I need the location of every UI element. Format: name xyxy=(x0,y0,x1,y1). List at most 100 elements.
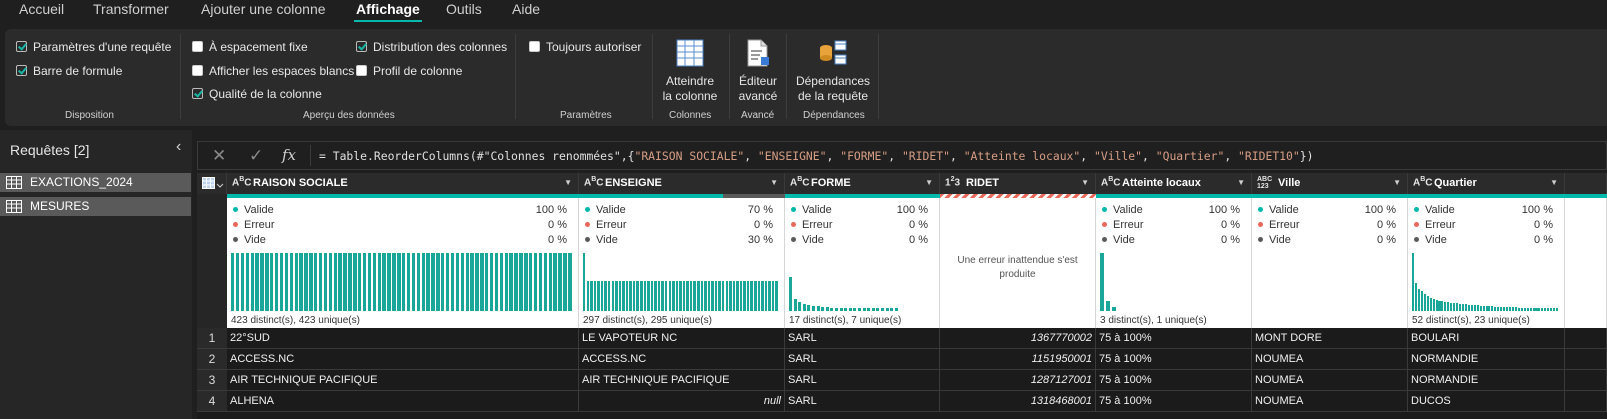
table-cell[interactable]: ALHENA xyxy=(227,391,579,412)
checkbox-toujours-autoriser[interactable]: Toujours autoriser xyxy=(529,39,641,55)
checkbox-qualite-colonne[interactable]: Qualité de la colonne xyxy=(192,86,322,102)
tab-accueil[interactable]: Accueil xyxy=(19,0,64,24)
type-icon[interactable]: ABC xyxy=(232,176,252,188)
table-cell[interactable]: 22°SUD xyxy=(227,328,579,349)
table-cell[interactable]: AIR TECHNIQUE PACIFIQUE xyxy=(227,370,579,391)
group-divider xyxy=(652,34,653,119)
distribution-bar xyxy=(1491,306,1494,311)
table-cell[interactable]: SARL xyxy=(785,370,940,391)
table-cell[interactable] xyxy=(1565,370,1607,391)
table-cell[interactable]: ACCESS.NC xyxy=(579,349,785,370)
column-header-atteinte-locaux[interactable]: ABC Atteinte locaux ▼ xyxy=(1096,173,1252,194)
checkbox-espacement-fixe[interactable]: À espacement fixe xyxy=(192,39,308,55)
table-cell[interactable]: NORMANDIE xyxy=(1408,370,1565,391)
row-number[interactable]: 3 xyxy=(197,370,227,391)
table-cell[interactable]: 75 à 100% xyxy=(1096,370,1252,391)
table-cell[interactable]: 1318468001 xyxy=(940,391,1096,412)
table-cell[interactable]: BOULARI xyxy=(1408,328,1565,349)
query-item-mesures[interactable]: MESURES xyxy=(0,197,191,216)
distribution-bar xyxy=(1494,307,1497,311)
checkbox-barre-formule[interactable]: Barre de formule xyxy=(16,63,122,79)
table-cell[interactable]: SARL xyxy=(785,328,940,349)
checkbox-distribution-colonnes[interactable]: Distribution des colonnes xyxy=(356,39,507,55)
column-header-forme[interactable]: ABC FORME ▼ xyxy=(785,173,940,194)
table-menu-corner[interactable] xyxy=(197,173,227,194)
table-cell[interactable]: null xyxy=(579,391,785,412)
table-cell[interactable]: 75 à 100% xyxy=(1096,349,1252,370)
table-cell[interactable]: SARL xyxy=(785,349,940,370)
distribution-bar xyxy=(1538,308,1541,311)
confirm-check-icon[interactable]: ✓ xyxy=(249,146,263,166)
formula-input[interactable]: = Table.ReorderColumns(#"Colonnes renomm… xyxy=(319,149,1313,163)
distribution-bar xyxy=(789,277,792,311)
table-cell[interactable]: 1287127001 xyxy=(940,370,1096,391)
filter-dropdown-icon[interactable]: ▼ xyxy=(770,178,778,187)
tab-outils[interactable]: Outils xyxy=(446,0,482,24)
distribution-bar xyxy=(543,253,548,311)
type-icon[interactable]: ABC xyxy=(1101,176,1121,188)
table-cell[interactable] xyxy=(1565,391,1607,412)
distribution-bar xyxy=(697,281,700,311)
column-header-ridet[interactable]: 123 RIDET ▼ xyxy=(940,173,1096,194)
tab-transformer[interactable]: Transformer xyxy=(93,0,169,24)
type-icon[interactable]: ABC xyxy=(1413,176,1433,188)
quality-valide: Valide 70 % xyxy=(585,204,773,216)
table-cell[interactable]: LE VAPOTEUR NC xyxy=(579,328,785,349)
table-cell[interactable]: 1151950001 xyxy=(940,349,1096,370)
editeur-avance-button[interactable]: Éditeur avancé xyxy=(734,39,782,104)
table-cell[interactable]: ACCESS.NC xyxy=(227,349,579,370)
filter-dropdown-icon[interactable]: ▼ xyxy=(1393,178,1401,187)
filter-dropdown-icon[interactable]: ▼ xyxy=(925,178,933,187)
filter-dropdown-icon[interactable]: ▼ xyxy=(1550,178,1558,187)
checkbox-profil-colonne[interactable]: Profil de colonne xyxy=(356,63,462,79)
column-header-raison-sociale[interactable]: ABC RAISON SOCIALE ▼ xyxy=(227,173,579,194)
checkbox-espaces-blancs[interactable]: Afficher les espaces blancs xyxy=(192,63,354,79)
table-cell[interactable]: NORMANDIE xyxy=(1408,349,1565,370)
fx-icon[interactable]: fx xyxy=(282,146,296,164)
table-cell[interactable]: SARL xyxy=(785,391,940,412)
type-icon[interactable]: 123 xyxy=(945,176,960,188)
table-cell[interactable]: AIR TECHNIQUE PACIFIQUE xyxy=(579,370,785,391)
distribution-bar xyxy=(750,281,753,311)
filter-dropdown-icon[interactable]: ▼ xyxy=(1081,178,1089,187)
distribution-bar xyxy=(304,253,308,311)
table-cell[interactable]: NOUMEA xyxy=(1252,370,1408,391)
distribution-bar xyxy=(597,281,600,311)
cancel-icon[interactable]: ✕ xyxy=(212,146,226,166)
distribution-bar xyxy=(460,253,465,311)
table-cell[interactable] xyxy=(1565,328,1607,349)
table-cell[interactable]: 1367770002 xyxy=(940,328,1096,349)
table-cell[interactable]: 75 à 100% xyxy=(1096,391,1252,412)
distribution-bar xyxy=(1112,307,1116,311)
dependances-requete-button[interactable]: Dépendances de la requête xyxy=(790,39,876,104)
tab-ajouter-colonne[interactable]: Ajouter une colonne xyxy=(201,0,326,24)
table-cell[interactable]: MONT DORE xyxy=(1252,328,1408,349)
collapse-chevron-icon[interactable]: ‹ xyxy=(176,138,181,156)
row-number[interactable]: 2 xyxy=(197,349,227,370)
type-icon[interactable]: ABC 123 xyxy=(1257,176,1272,191)
column-header-quartier[interactable]: ABC Quartier ▼ xyxy=(1408,173,1565,194)
filter-dropdown-icon[interactable]: ▼ xyxy=(1237,178,1245,187)
row-number[interactable]: 4 xyxy=(197,391,227,412)
distribution-bar xyxy=(707,281,711,311)
query-item-exactions[interactable]: EXACTIONS_2024 xyxy=(0,173,191,192)
column-header-ville[interactable]: ABC 123 Ville ▼ xyxy=(1252,173,1408,194)
distribution-bar xyxy=(538,253,543,311)
atteindre-colonne-button[interactable]: Atteindre la colonne xyxy=(657,39,723,104)
tab-affichage[interactable]: Affichage xyxy=(354,0,422,24)
table-cell[interactable] xyxy=(1565,349,1607,370)
type-icon[interactable]: ABC xyxy=(790,176,810,188)
row-number[interactable]: 1 xyxy=(197,328,227,349)
filter-dropdown-icon[interactable]: ▼ xyxy=(564,178,572,187)
table-cell[interactable]: 75 à 100% xyxy=(1096,328,1252,349)
table-cell[interactable]: NOUMEA xyxy=(1252,391,1408,412)
distribution-bar xyxy=(746,281,750,311)
table-cell[interactable]: DUCOS xyxy=(1408,391,1565,412)
tab-aide[interactable]: Aide xyxy=(512,0,540,24)
checkbox-parametres-requete[interactable]: Paramètres d'une requête xyxy=(16,39,171,55)
column-header-enseigne[interactable]: ABC ENSEIGNE ▼ xyxy=(579,173,785,194)
table-cell[interactable]: NOUMEA xyxy=(1252,349,1408,370)
column-header-partial[interactable] xyxy=(1565,173,1607,194)
type-icon[interactable]: ABC xyxy=(584,176,604,188)
checkbox-box xyxy=(192,88,203,99)
